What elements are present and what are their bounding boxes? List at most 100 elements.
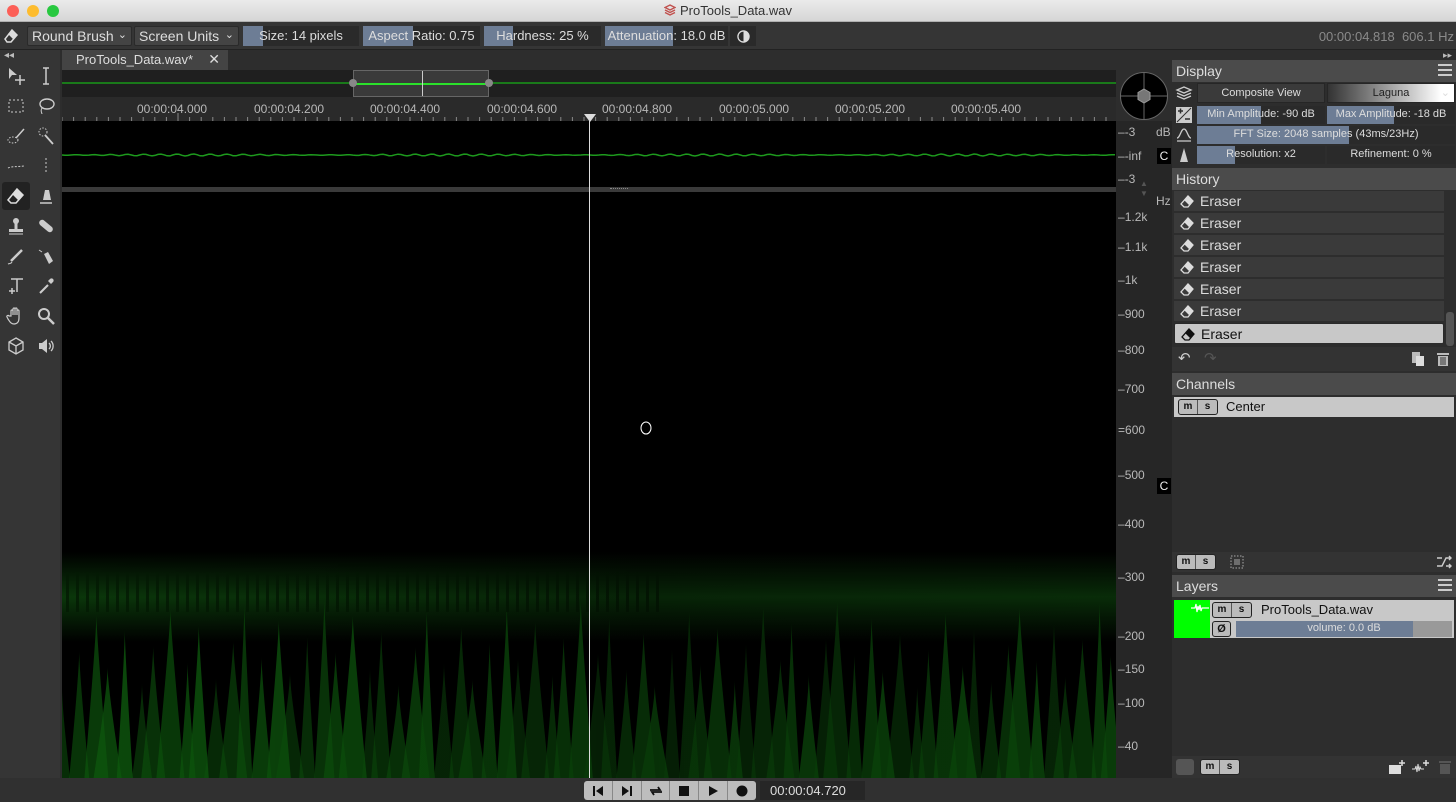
play-button[interactable] — [699, 781, 729, 800]
lasso-tool[interactable] — [32, 92, 60, 120]
3d-view-tool[interactable] — [2, 332, 30, 360]
duplicate-icon[interactable] — [1410, 351, 1426, 367]
rectangle-selection-tool[interactable] — [2, 92, 30, 120]
phase-invert-button[interactable]: Ø — [1212, 621, 1231, 637]
channel-list-icon[interactable] — [1230, 555, 1244, 569]
history-item[interactable]: Eraser — [1174, 301, 1444, 322]
eraser-icon — [4, 28, 19, 43]
solo-all-button[interactable]: s — [1196, 555, 1215, 569]
eraser-tool[interactable] — [2, 182, 30, 210]
frequency-selection-tool[interactable] — [32, 152, 60, 180]
navigator-widget[interactable] — [1120, 72, 1168, 120]
menu-icon[interactable] — [1437, 63, 1453, 77]
time-frequency-selection-tool[interactable] — [2, 62, 30, 90]
tab-protools-data[interactable]: ProTools_Data.wav* ✕ — [62, 50, 228, 70]
max-amplitude-slider[interactable]: Max Amplitude: -18 dB — [1327, 106, 1455, 124]
solo-button[interactable]: s — [1198, 400, 1217, 414]
layer-color-swatch[interactable] — [1174, 600, 1210, 638]
loop-button[interactable] — [642, 781, 671, 800]
overview-view-window[interactable] — [353, 70, 489, 97]
size-slider[interactable]: Size: 14 pixels — [243, 26, 359, 46]
colormap-select[interactable]: Laguna ⌄ — [1327, 83, 1455, 103]
min-amplitude-slider[interactable]: Min Amplitude: -90 dB — [1197, 106, 1325, 124]
amplitude-frequency-scale[interactable]: –-3 dB –-inf C –-3 ▲ ▼ Hz –1.2k –1.1k –1… — [1116, 121, 1172, 778]
eyedropper-tool[interactable] — [32, 272, 60, 300]
history-item[interactable]: Eraser — [1174, 235, 1444, 256]
overview-left-handle[interactable] — [349, 79, 357, 87]
skip-back-icon — [592, 785, 603, 796]
channel-badge[interactable]: C — [1157, 478, 1171, 494]
skip-forward-button[interactable] — [613, 781, 642, 800]
brush-selection-tool[interactable] — [2, 122, 30, 150]
channel-ms-buttons: ms — [1178, 399, 1218, 415]
channels-panel-header: Channels — [1172, 373, 1456, 395]
history-item[interactable]: Eraser — [1174, 213, 1444, 234]
harmonic-selection-tool[interactable] — [2, 152, 30, 180]
harmonic-line-icon — [7, 165, 25, 169]
solo-layers-button[interactable]: s — [1220, 760, 1239, 774]
resolution-slider[interactable]: Resolution: x2 — [1197, 146, 1325, 164]
transport-time[interactable]: 00:00:04.720 — [760, 781, 865, 800]
scale-up-arrow-icon[interactable]: ▲ — [1140, 179, 1148, 188]
layer-target-button[interactable] — [1176, 759, 1194, 775]
layer-mute-button[interactable]: m — [1213, 603, 1232, 617]
attenuation-slider[interactable]: Attenuation: 18.0 dB — [605, 26, 728, 46]
playhead[interactable] — [589, 121, 590, 778]
right-panel: ▸▸ Display Composite View Laguna ⌄ Min Am… — [1172, 50, 1456, 778]
hand-tool[interactable] — [2, 302, 30, 330]
skip-back-button[interactable] — [584, 781, 613, 800]
undo-icon[interactable]: ↶ — [1178, 349, 1191, 367]
hardness-slider[interactable]: Hardness: 25 % — [484, 26, 601, 46]
trash-icon[interactable] — [1436, 351, 1450, 367]
mute-layers-button[interactable]: m — [1201, 760, 1220, 774]
channel-badge[interactable]: C — [1157, 148, 1171, 164]
refinement-slider[interactable]: Refinement: 0 % — [1327, 146, 1455, 164]
freq-label: –300 — [1118, 570, 1145, 584]
stop-button[interactable] — [670, 781, 700, 800]
overview-strip[interactable] — [62, 70, 1116, 97]
channel-row-center[interactable]: ms Center — [1174, 397, 1454, 417]
history-item[interactable]: Eraser — [1174, 257, 1444, 278]
mute-button[interactable]: m — [1179, 400, 1198, 414]
collapse-tools-icon[interactable]: ◂◂ — [4, 50, 14, 61]
shuffle-icon[interactable] — [1436, 555, 1452, 569]
history-item[interactable]: Eraser — [1174, 279, 1444, 300]
layer-row[interactable]: ms ProTools_Data.wav Ø volume: 0.0 dB — [1174, 600, 1454, 638]
text-tool[interactable] — [2, 272, 30, 300]
units-select[interactable]: Screen Units ⌄ — [134, 26, 239, 46]
fft-size-slider[interactable]: FFT Size: 2048 samples (43ms/23Hz) — [1197, 126, 1455, 144]
delete-layer-icon[interactable] — [1438, 759, 1452, 775]
menu-icon[interactable] — [1437, 578, 1453, 592]
pen-tool[interactable] — [2, 242, 30, 270]
overview-right-handle[interactable] — [485, 79, 493, 87]
marquee-icon — [8, 99, 24, 113]
aspect-ratio-slider[interactable]: Aspect Ratio: 0.75 — [363, 26, 480, 46]
redo-icon[interactable]: ↷ — [1204, 349, 1217, 367]
composite-view-button[interactable]: Composite View — [1197, 83, 1325, 103]
history-item[interactable]: Eraser — [1174, 323, 1444, 344]
playback-tool[interactable] — [32, 332, 60, 360]
clone-stamp-tool[interactable] — [2, 212, 30, 240]
new-audio-layer-icon[interactable] — [1412, 759, 1430, 775]
playhead-marker-icon[interactable] — [584, 114, 596, 122]
history-list: Eraser Eraser Eraser Eraser Eraser Eraser Eras… — [1172, 191, 1456, 347]
magic-wand-tool[interactable] — [32, 122, 60, 150]
brush-type-select[interactable]: Round Brush ⌄ — [27, 26, 132, 46]
units-value: Screen Units — [139, 28, 220, 44]
mute-all-button[interactable]: m — [1177, 555, 1196, 569]
zoom-tool[interactable] — [32, 302, 60, 330]
channels-ms-buttons: ms — [1176, 554, 1216, 570]
spray-tool[interactable] — [32, 242, 60, 270]
healing-brush-tool[interactable] — [32, 212, 60, 240]
amplitude-brush-tool[interactable] — [32, 182, 60, 210]
history-item[interactable]: Eraser — [1174, 191, 1444, 212]
close-tab-icon[interactable]: ✕ — [208, 51, 220, 68]
record-button[interactable] — [728, 781, 756, 800]
layer-volume-slider[interactable]: volume: 0.0 dB — [1236, 621, 1452, 637]
new-folder-icon[interactable] — [1388, 759, 1406, 775]
time-selection-tool[interactable] — [32, 62, 60, 90]
layer-solo-button[interactable]: s — [1232, 603, 1251, 617]
invert-toggle[interactable] — [730, 26, 756, 46]
scale-down-arrow-icon[interactable]: ▼ — [1140, 189, 1148, 198]
history-scrollbar[interactable] — [1446, 312, 1454, 346]
